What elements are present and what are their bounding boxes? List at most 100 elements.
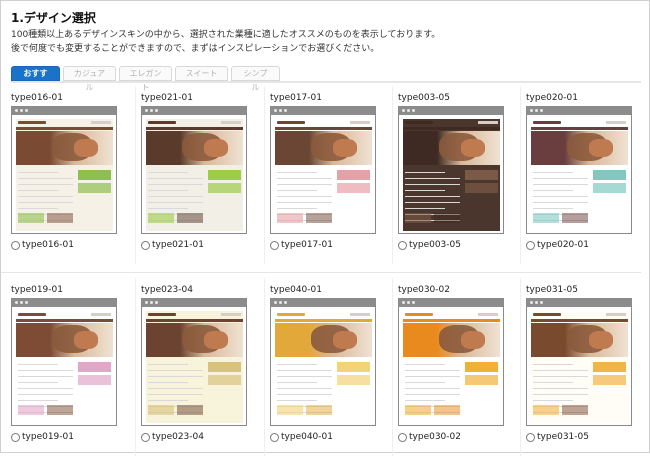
preview-banner: [337, 375, 370, 385]
design-thumbnail[interactable]: [398, 106, 504, 234]
preview-banner: [337, 183, 370, 193]
design-thumbnail[interactable]: [526, 298, 632, 426]
preview-banner: [434, 405, 460, 415]
preview-hero-image: [531, 323, 628, 357]
preview-logo: [277, 313, 305, 316]
preview-banner: [208, 170, 241, 180]
preview-content: [275, 360, 372, 423]
design-card: type003-05 type003-05: [392, 86, 526, 264]
design-thumbnail[interactable]: [141, 106, 247, 234]
design-radio-button[interactable]: [526, 240, 535, 250]
design-radio-label: type031-05: [537, 432, 589, 442]
preview-text-line: [405, 394, 460, 395]
row-divider: [1, 272, 641, 273]
design-radio-button[interactable]: [270, 432, 279, 442]
website-preview: [146, 119, 243, 231]
window-dot: [155, 301, 158, 304]
preview-hero-image: [16, 131, 113, 165]
preview-text-line: [18, 184, 73, 185]
browser-titlebar: [12, 107, 116, 115]
design-radio-label: type021-01: [152, 240, 204, 250]
design-card: type019-01 type019-01: [11, 278, 139, 456]
design-radio-option[interactable]: type003-05: [398, 240, 461, 250]
preview-content: [16, 168, 113, 231]
preview-logo: [533, 313, 561, 316]
preview-logo: [148, 313, 176, 316]
window-dot: [274, 109, 277, 112]
design-thumbnail[interactable]: [270, 298, 376, 426]
preview-banner: [533, 405, 559, 415]
window-dot: [412, 301, 415, 304]
design-radio-option[interactable]: type017-01: [270, 240, 333, 250]
website-preview: [403, 119, 500, 231]
preview-text-line: [533, 178, 588, 179]
preview-content: [531, 168, 628, 231]
preview-banner: [177, 213, 203, 223]
preview-content: [146, 168, 243, 231]
window-dot: [15, 301, 18, 304]
preview-content: [146, 360, 243, 423]
design-thumbnail[interactable]: [11, 106, 117, 234]
design-radio-option[interactable]: type019-01: [11, 432, 74, 442]
preview-logo: [405, 121, 433, 124]
design-radio-option[interactable]: type021-01: [141, 240, 204, 250]
design-radio-option[interactable]: type020-01: [526, 240, 589, 250]
preview-banner: [78, 362, 111, 372]
tab-simple[interactable]: シンプル: [231, 66, 280, 92]
preview-text-line: [405, 190, 445, 191]
design-radio-option[interactable]: type023-04: [141, 432, 204, 442]
preview-text-line: [533, 172, 573, 173]
design-radio-button[interactable]: [526, 432, 535, 442]
design-radio-button[interactable]: [141, 432, 150, 442]
design-radio-button[interactable]: [11, 432, 20, 442]
preview-text-line: [405, 370, 460, 371]
preview-banner: [562, 213, 588, 223]
preview-banner: [148, 405, 174, 415]
tab-casual[interactable]: カジュアル: [63, 66, 116, 92]
design-radio-button[interactable]: [398, 240, 407, 250]
browser-titlebar: [399, 107, 503, 115]
preview-banner: [465, 375, 498, 385]
design-radio-option[interactable]: type031-05: [526, 432, 589, 442]
design-name-label: type003-05: [398, 93, 450, 103]
design-radio-button[interactable]: [141, 240, 150, 250]
preview-content: [275, 168, 372, 231]
card-divider: [135, 278, 136, 456]
design-thumbnail[interactable]: [526, 106, 632, 234]
design-radio-button[interactable]: [270, 240, 279, 250]
design-thumbnail[interactable]: [398, 298, 504, 426]
design-thumbnail[interactable]: [270, 106, 376, 234]
preview-logo: [18, 121, 46, 124]
design-thumbnail[interactable]: [141, 298, 247, 426]
preview-banner: [562, 405, 588, 415]
design-radio-button[interactable]: [398, 432, 407, 442]
preview-text-line: [18, 196, 73, 197]
window-dot: [402, 301, 405, 304]
tab-sweet[interactable]: スイート: [175, 66, 228, 81]
preview-banner: [47, 213, 73, 223]
preview-text-line: [18, 394, 73, 395]
tab-recommended[interactable]: おすすめ: [11, 66, 60, 92]
browser-titlebar: [527, 299, 631, 307]
design-radio-button[interactable]: [11, 240, 20, 250]
design-card: type017-01 type017-01: [264, 86, 398, 264]
design-radio-option[interactable]: type040-01: [270, 432, 333, 442]
preview-banner: [18, 405, 44, 415]
preview-text-line: [18, 370, 73, 371]
design-radio-option[interactable]: type016-01: [11, 240, 74, 250]
window-dot: [407, 109, 410, 112]
preview-hero-image: [146, 131, 243, 165]
design-thumbnail[interactable]: [11, 298, 117, 426]
window-dot: [535, 301, 538, 304]
window-dots-icon: [15, 301, 28, 304]
preview-text-line: [533, 370, 588, 371]
hero-photo-secondary: [461, 139, 485, 157]
design-card: type023-04 type023-04: [135, 278, 269, 456]
preview-text-line: [533, 196, 588, 197]
preview-logo: [148, 121, 176, 124]
tab-elegant[interactable]: エレガント: [119, 66, 172, 92]
design-radio-option[interactable]: type030-02: [398, 432, 461, 442]
window-dot: [412, 109, 415, 112]
preview-text-line: [405, 388, 460, 389]
preview-contact: [350, 313, 370, 316]
